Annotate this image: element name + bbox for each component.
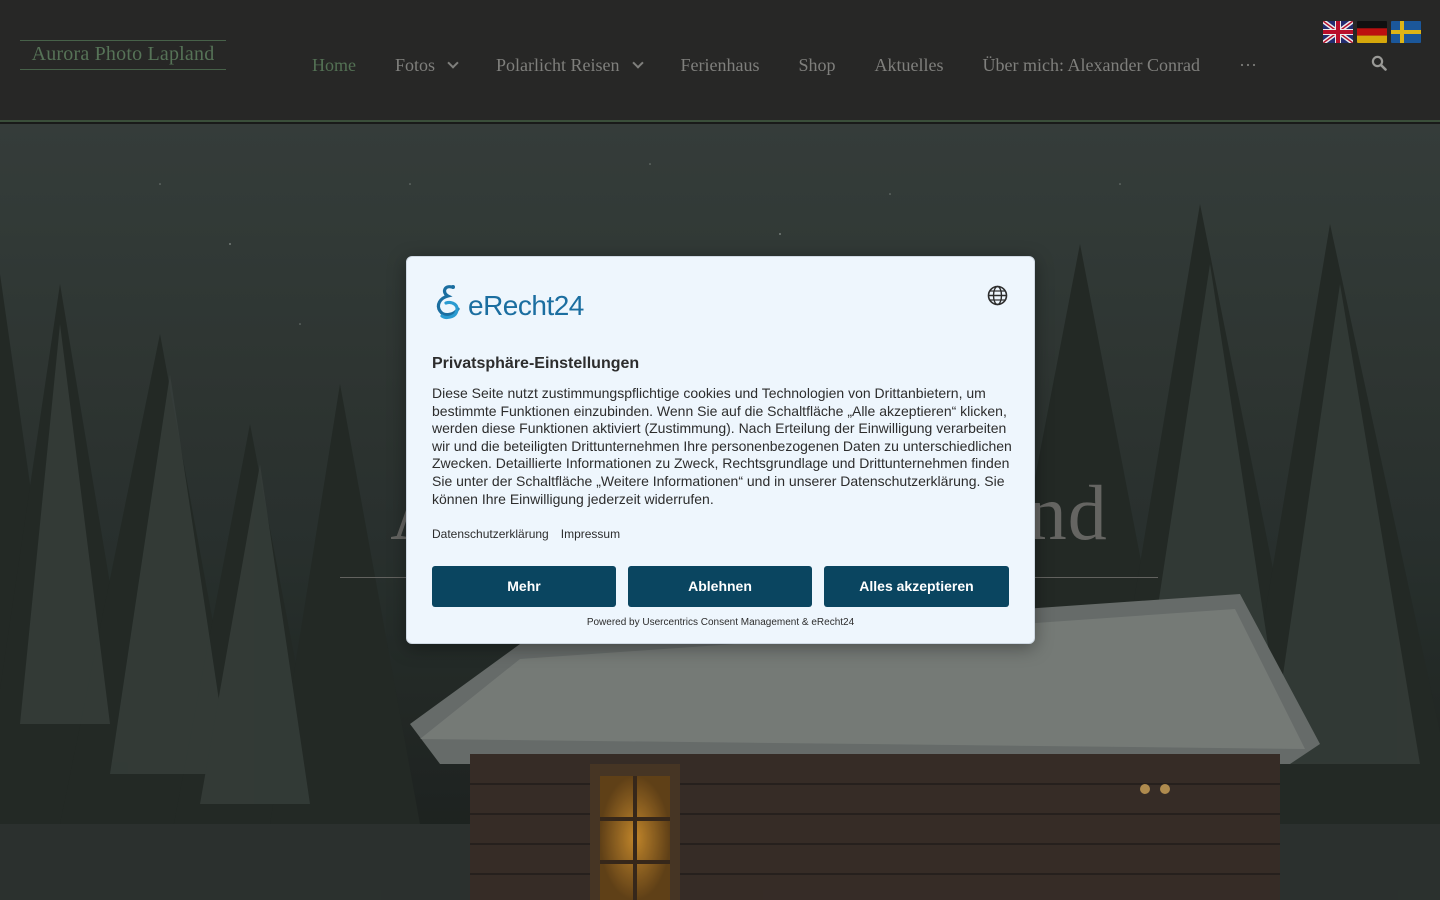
erecht24-logo: eRecht24 [432,283,584,321]
consent-dialog: eRecht24 Privatsphäre-Einstellungen Dies… [406,256,1035,644]
globe-icon[interactable] [987,285,1008,306]
erecht24-logo-icon [436,285,460,320]
consent-title: Privatsphäre-Einstellungen [432,355,640,372]
deny-button[interactable]: Ablehnen [628,566,812,607]
consent-links: Datenschutzerklärung Impressum [432,527,620,541]
consent-description: Diese Seite nutzt zustimmungspflichtige … [432,385,1012,507]
imprint-link[interactable]: Impressum [561,527,620,541]
accept-all-button[interactable]: Alles akzeptieren [824,566,1009,607]
erecht24-wordmark: eRecht24 [468,290,584,321]
more-button[interactable]: Mehr [432,566,616,607]
powered-by-text: Powered by Usercentrics Consent Manageme… [586,617,855,628]
privacy-policy-link[interactable]: Datenschutzerklärung [432,527,549,541]
